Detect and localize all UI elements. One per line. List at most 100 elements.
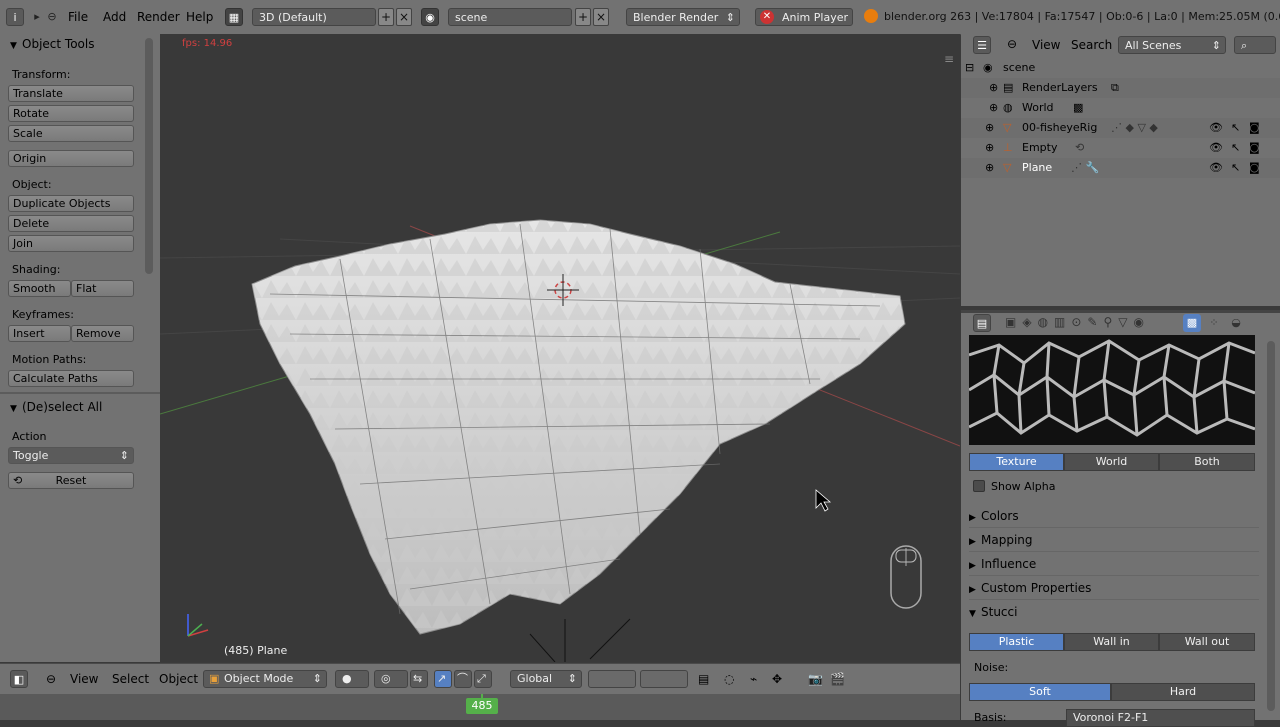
- snap-icon[interactable]: ⌁: [750, 672, 757, 686]
- timeline[interactable]: 485: [0, 694, 960, 720]
- rotate-manipulator[interactable]: ⌒: [454, 670, 472, 688]
- particles-tab-icon[interactable]: ⁘: [1205, 314, 1223, 332]
- expand-icon[interactable]: ⊕: [985, 158, 994, 178]
- current-frame-marker[interactable]: 485: [466, 698, 498, 714]
- add-scene-button[interactable]: +: [575, 8, 591, 26]
- menu-render[interactable]: Render: [137, 10, 180, 24]
- join-button[interactable]: Join: [8, 235, 134, 252]
- stucci-type-plastic[interactable]: Plastic: [969, 633, 1064, 651]
- outliner-row-fisheyerig[interactable]: ⊕ ▽ 00-fisheyeRig ⋰ ◆ ▽ ◆ 👁 ↖ ◙: [961, 118, 1280, 138]
- panel-colors[interactable]: ▶ Colors: [969, 505, 1259, 528]
- noise-type-soft[interactable]: Soft: [969, 683, 1111, 701]
- preview-tab-world[interactable]: World: [1064, 453, 1159, 471]
- mode-select[interactable]: ▣ Object Mode ⇕: [203, 670, 327, 688]
- screen-layout-field[interactable]: 3D (Default): [252, 8, 376, 26]
- smooth-button[interactable]: Smooth: [8, 280, 71, 297]
- outliner-row-plane[interactable]: ⊕ ▽ Plane ⋰ 🔧 👁 ↖ ◙: [961, 158, 1280, 178]
- select-arrow-icon[interactable]: ↖: [1231, 138, 1240, 158]
- expand-icon[interactable]: ⊕: [985, 118, 994, 138]
- render-camera-icon[interactable]: ◙: [1249, 118, 1260, 138]
- info-editor-icon[interactable]: i: [6, 8, 24, 26]
- collapse-icon[interactable]: ⊟: [965, 58, 974, 78]
- menu-add[interactable]: Add: [103, 10, 126, 24]
- insert-keyframe-button[interactable]: Insert: [8, 325, 71, 342]
- preview-tab-both[interactable]: Both: [1159, 453, 1255, 471]
- scene-icon[interactable]: ◉: [421, 8, 439, 26]
- expand-icon[interactable]: ⊕: [989, 98, 998, 118]
- properties-editor-icon[interactable]: ▤: [973, 314, 991, 332]
- render-camera-icon[interactable]: ◙: [1249, 138, 1260, 158]
- noise-type-hard[interactable]: Hard: [1111, 683, 1255, 701]
- outliner-row-world[interactable]: ⊕ ◍ World ▩: [961, 98, 1280, 118]
- rotate-button[interactable]: Rotate: [8, 105, 134, 122]
- expand-icon[interactable]: ⊕: [985, 138, 994, 158]
- minus-icon[interactable]: ⊖: [1007, 37, 1017, 51]
- orientation-select[interactable]: Global ⇕: [510, 670, 582, 688]
- deselect-all-header[interactable]: ▼ (De)select All: [10, 400, 102, 414]
- layer-buttons-a[interactable]: [588, 670, 636, 688]
- panel-influence[interactable]: ▶ Influence: [969, 553, 1259, 576]
- render-animation-icon[interactable]: 🎬: [830, 672, 845, 686]
- menu-file[interactable]: File: [68, 10, 88, 24]
- outliner-menu-search[interactable]: Search: [1071, 38, 1112, 52]
- display-mode-select[interactable]: All Scenes ⇕: [1118, 36, 1226, 54]
- translate-button[interactable]: Translate: [8, 85, 134, 102]
- preview-tab-texture[interactable]: Texture: [969, 453, 1064, 471]
- render-engine-select[interactable]: Blender Render ⇕: [626, 8, 740, 26]
- visibility-eye-icon[interactable]: 👁: [1209, 158, 1223, 178]
- action-select[interactable]: Toggle ⇕: [8, 447, 134, 464]
- outliner-row-empty[interactable]: ⊕ ⊥ Empty ⟲ 👁 ↖ ◙: [961, 138, 1280, 158]
- editor-type-icon[interactable]: ◧: [10, 670, 28, 688]
- origin-button[interactable]: Origin: [8, 150, 134, 167]
- remove-scene-button[interactable]: ×: [593, 8, 609, 26]
- minus-icon[interactable]: ⊖: [46, 672, 56, 686]
- scale-button[interactable]: Scale: [8, 125, 134, 142]
- reset-button[interactable]: ⟲ Reset: [8, 472, 134, 489]
- outliner-editor-icon[interactable]: ☰: [973, 36, 991, 54]
- delete-button[interactable]: Delete: [8, 215, 134, 232]
- opengl-render-icon[interactable]: 📷: [808, 672, 823, 686]
- tool-shelf-scrollbar[interactable]: [145, 38, 153, 274]
- select-arrow-icon[interactable]: ↖: [1231, 158, 1240, 178]
- panel-mapping[interactable]: ▶ Mapping: [969, 529, 1259, 552]
- outliner-menu-view[interactable]: View: [1032, 38, 1060, 52]
- outliner-search-input[interactable]: ⌕: [1234, 36, 1276, 54]
- view-corner-icon[interactable]: ≡: [944, 52, 954, 66]
- scene-field[interactable]: scene: [448, 8, 572, 26]
- 3d-viewport[interactable]: fps: 14.96 (485) Plane ≡: [160, 34, 960, 662]
- visibility-eye-icon[interactable]: 👁: [1209, 118, 1223, 138]
- menu-object[interactable]: Object: [159, 672, 198, 686]
- stucci-type-wall-in[interactable]: Wall in: [1064, 633, 1159, 651]
- visibility-eye-icon[interactable]: 👁: [1209, 138, 1223, 158]
- duplicate-objects-button[interactable]: Duplicate Objects: [8, 195, 134, 212]
- show-alpha-checkbox[interactable]: [973, 480, 985, 492]
- screen-layout-icon[interactable]: ▦: [225, 8, 243, 26]
- anim-player-button[interactable]: ✕ Anim Player: [755, 8, 853, 26]
- minus-icon[interactable]: ⊖: [46, 8, 58, 26]
- shading-select[interactable]: ●: [335, 670, 369, 688]
- panel-custom-properties[interactable]: ▶ Custom Properties: [969, 577, 1259, 600]
- add-screen-button[interactable]: +: [378, 8, 394, 26]
- manipulator-toggle[interactable]: ⇆: [410, 670, 428, 688]
- lock-layers-icon[interactable]: ▤: [698, 672, 709, 686]
- remove-screen-button[interactable]: ×: [396, 8, 412, 26]
- basis-select[interactable]: Voronoi F2-F1: [1066, 709, 1255, 727]
- panel-stucci[interactable]: ▼ Stucci: [969, 601, 1259, 623]
- translate-manipulator[interactable]: ↗: [434, 670, 452, 688]
- stucci-type-wall-out[interactable]: Wall out: [1159, 633, 1255, 651]
- snap-target-icon[interactable]: ✥: [772, 672, 782, 686]
- select-arrow-icon[interactable]: ↖: [1231, 118, 1240, 138]
- remove-keyframe-button[interactable]: Remove: [71, 325, 134, 342]
- scale-manipulator[interactable]: ⤢: [474, 670, 492, 688]
- physics-tab-icon[interactable]: ◒: [1227, 314, 1245, 332]
- texture-tab-icon[interactable]: ▩: [1183, 314, 1201, 332]
- pivot-select[interactable]: ◎: [374, 670, 408, 688]
- collapse-menu-icon[interactable]: ▸: [30, 8, 44, 26]
- flat-button[interactable]: Flat: [71, 280, 134, 297]
- expand-icon[interactable]: ⊕: [989, 78, 998, 98]
- render-camera-icon[interactable]: ◙: [1249, 158, 1260, 178]
- calculate-paths-button[interactable]: Calculate Paths: [8, 370, 134, 387]
- menu-help[interactable]: Help: [186, 10, 213, 24]
- proportional-edit-icon[interactable]: ◌: [724, 672, 734, 686]
- object-tools-header[interactable]: ▼ Object Tools: [10, 37, 94, 51]
